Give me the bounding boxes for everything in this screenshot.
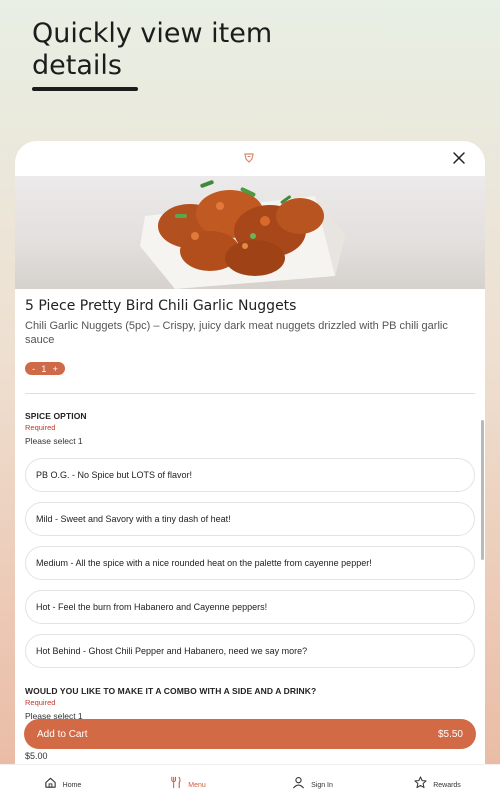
headline-line-2: details xyxy=(32,50,122,81)
tab-rewards[interactable]: Rewards xyxy=(383,776,493,789)
fork-knife-icon xyxy=(171,776,181,789)
tab-menu-label: Menu xyxy=(188,782,206,789)
sheet-header xyxy=(15,141,485,176)
increment-button[interactable]: + xyxy=(53,364,58,374)
brand-logo-icon xyxy=(244,153,254,163)
quantity-value: 1 xyxy=(41,363,47,374)
spice-option-hot-behind[interactable]: Hot Behind - Ghost Chili Pepper and Haba… xyxy=(25,634,475,668)
spice-option-pb-og[interactable]: PB O.G. - No Spice but LOTS of flavor! xyxy=(25,458,475,492)
headline-underline xyxy=(32,87,138,91)
spice-option-mild[interactable]: Mild - Sweet and Savory with a tiny dash… xyxy=(25,502,475,536)
tab-home-label: Home xyxy=(62,782,82,789)
spice-option-medium[interactable]: Medium - All the spice with a nice round… xyxy=(25,546,475,580)
quantity-stepper[interactable]: - 1 + xyxy=(25,362,65,375)
item-title: 5 Piece Pretty Bird Chili Garlic Nuggets xyxy=(25,298,297,314)
bottom-tab-bar: Home Menu Sign In Rewards xyxy=(0,764,500,800)
close-icon[interactable] xyxy=(452,151,466,165)
scrollbar[interactable] xyxy=(481,420,484,560)
tab-sign-in[interactable]: Sign In xyxy=(258,776,368,789)
spice-option-hot[interactable]: Hot - Feel the burn from Habanero and Ca… xyxy=(25,590,475,624)
decrement-button[interactable]: - xyxy=(32,364,35,374)
add-to-cart-label: Add to Cart xyxy=(37,728,88,740)
item-description: Chili Garlic Nuggets (5pc) – Crispy, jui… xyxy=(25,320,448,346)
spice-option-title: SPICE OPTION xyxy=(25,411,87,421)
tab-home[interactable]: Home xyxy=(8,776,118,789)
tab-menu[interactable]: Menu xyxy=(133,776,243,789)
star-icon xyxy=(414,776,427,789)
headline-line-1: Quickly view item xyxy=(32,18,273,49)
tab-rewards-label: Rewards xyxy=(433,782,461,789)
nuggets-image xyxy=(140,180,345,289)
spice-select-hint: Please select 1 xyxy=(25,436,83,446)
add-to-cart-button[interactable]: Add to Cart $5.50 xyxy=(24,719,476,749)
tab-sign-in-label: Sign In xyxy=(311,782,333,789)
item-photo xyxy=(15,176,485,289)
spice-required-label: Required xyxy=(25,423,56,432)
home-icon xyxy=(44,777,56,788)
item-detail-sheet: 5 Piece Pretty Bird Chili Garlic Nuggets… xyxy=(15,141,485,800)
user-icon xyxy=(293,777,305,789)
cart-total-price: $5.50 xyxy=(437,728,463,740)
divider xyxy=(25,393,475,394)
combo-required-label: Required xyxy=(25,698,56,707)
combo-price: $5.00 xyxy=(25,751,48,761)
headline: Quickly view item details xyxy=(32,18,332,82)
combo-option-title: WOULD YOU LIKE TO MAKE IT A COMBO WITH A… xyxy=(25,686,317,696)
